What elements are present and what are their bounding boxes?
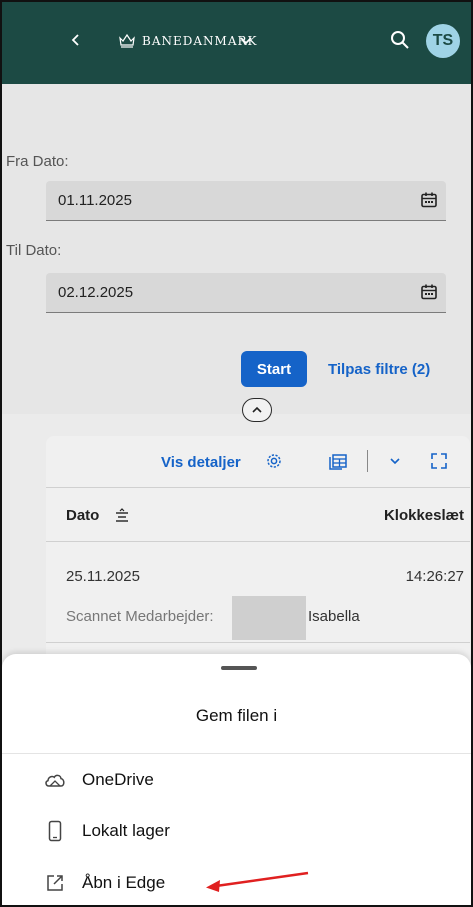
from-date-field[interactable]: 01.11.2025 [46, 181, 446, 221]
open-external-icon [44, 872, 66, 894]
from-date-value: 01.11.2025 [58, 192, 132, 209]
back-button[interactable] [62, 26, 90, 54]
gear-icon [267, 454, 281, 468]
export-menu-button[interactable] [384, 450, 406, 472]
filter-bar: Fra Dato: 01.11.2025 Til Dato: 02.12.202… [2, 84, 471, 414]
fullscreen-icon [431, 453, 447, 469]
collapse-filters-button[interactable] [242, 398, 272, 422]
option-local-storage[interactable]: Lokalt lager [2, 809, 471, 853]
toolbar-separator [367, 450, 368, 472]
adapt-filters-link[interactable]: Tilpas filtre (2) [328, 361, 430, 378]
sheet-divider [2, 753, 471, 754]
column-header-date[interactable]: Dato [66, 507, 99, 524]
chevron-up-icon [252, 406, 262, 413]
option-onedrive[interactable]: OneDrive [2, 758, 471, 802]
chevron-left-icon [71, 34, 79, 46]
row-scanned-label: Scannet Medarbejder: [66, 608, 214, 625]
app-header: BANEDANMARK TS [2, 2, 471, 84]
settings-button[interactable] [263, 450, 285, 472]
row-employee-name: Isabella [308, 608, 360, 625]
export-button[interactable] [327, 450, 349, 472]
table-toolbar: Vis detaljer [46, 436, 470, 488]
spreadsheet-export-icon [329, 454, 347, 470]
app-switcher-button[interactable] [234, 28, 258, 52]
table-header: Dato Klokkeslæt [46, 488, 470, 542]
fullscreen-button[interactable] [428, 450, 450, 472]
chevron-down-icon [240, 37, 252, 45]
calendar-icon[interactable] [420, 283, 438, 301]
to-date-value: 02.12.2025 [58, 284, 134, 301]
annotation-arrow [206, 871, 309, 892]
crown-logo-icon [119, 33, 135, 48]
search-button[interactable] [386, 26, 414, 54]
row-divider [46, 642, 470, 643]
sheet-title: Gem filen i [195, 706, 278, 725]
to-date-field[interactable]: 02.12.2025 [46, 273, 446, 313]
to-date-label: Til Dato: [6, 242, 62, 259]
from-date-label: Fra Dato: [6, 153, 69, 170]
option-label: OneDrive [82, 770, 154, 789]
option-label: Åbn i Edge [82, 873, 166, 892]
redacted-block [232, 596, 306, 640]
show-details-button[interactable]: Vis detaljer [161, 454, 241, 471]
calendar-icon[interactable] [420, 191, 438, 209]
start-button[interactable]: Start [241, 351, 307, 387]
row-date: 25.11.2025 [66, 568, 140, 585]
row-time: 14:26:27 [405, 568, 464, 585]
sheet-grabber[interactable] [221, 666, 257, 670]
user-avatar[interactable]: TS [426, 24, 460, 58]
phone-icon [44, 820, 66, 842]
search-icon [391, 31, 409, 49]
option-label: Lokalt lager [82, 821, 170, 840]
app-frame: BANEDANMARK TS Fra Dato: 01.11.2025 Til … [0, 0, 473, 907]
sort-icon[interactable] [114, 508, 130, 522]
chevron-down-icon [390, 458, 400, 465]
cloud-icon [44, 769, 66, 791]
column-header-time[interactable]: Klokkeslæt [384, 507, 464, 524]
